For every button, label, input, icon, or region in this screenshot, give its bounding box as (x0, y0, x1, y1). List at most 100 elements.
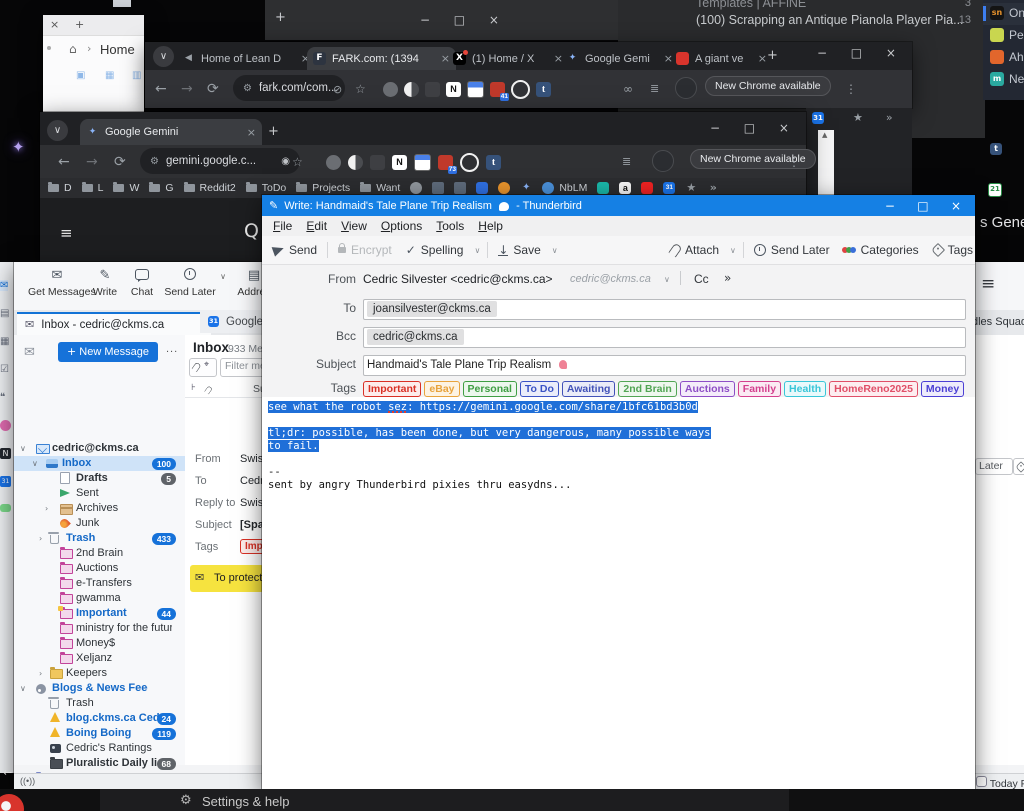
menu-view[interactable]: View (334, 216, 374, 236)
calendar-bookmark-icon[interactable]: 31 (812, 112, 824, 124)
folder-item-pluralistic-daily-li-[interactable]: Pluralistic Daily li...68 (14, 756, 185, 771)
attach-button[interactable]: Attach (664, 238, 726, 262)
speaker-extension-icon[interactable] (326, 155, 341, 170)
calendar-extension-icon[interactable] (467, 81, 484, 98)
forward-icon[interactable]: → (181, 74, 193, 104)
from-value[interactable]: Cedric Silvester <cedric@ckms.ca> (363, 272, 553, 286)
menu-dots-icon[interactable]: ⋮ (788, 147, 800, 177)
back-arrow-icon[interactable]: ← (3, 766, 12, 779)
back-icon[interactable]: ← (58, 147, 70, 177)
close-icon[interactable]: × (876, 42, 906, 64)
tab-close-icon[interactable]: × (758, 52, 767, 65)
app-menu-icon[interactable]: ≡ (981, 274, 995, 294)
new-tab-icon[interactable]: + (275, 10, 286, 25)
new-message-button[interactable]: + New Message (58, 342, 158, 362)
chevron-down-icon[interactable]: ∨ (470, 246, 484, 255)
calendar-bookmark-icon[interactable]: 31 (663, 182, 675, 194)
avatar[interactable] (652, 150, 674, 172)
share-icon[interactable]: ⊘ (333, 75, 342, 105)
tb-toolbar-send-later[interactable]: ∨Send Later (162, 268, 218, 298)
compose-tag-family[interactable]: Family (738, 381, 781, 397)
close-icon[interactable]: × (769, 117, 799, 139)
rail-item-ne[interactable]: mNe (983, 69, 1024, 91)
bookmark-folder-projects[interactable]: Projects (296, 182, 350, 194)
folder-item-archives[interactable]: ›Archives (14, 501, 185, 516)
speaker-extension-icon[interactable] (383, 82, 398, 97)
categories-button[interactable]: Categories (837, 238, 926, 262)
tab--1-home-x[interactable]: X(1) Home / X× (447, 47, 569, 70)
trash-tool-icon[interactable]: ▥ (132, 70, 141, 81)
site-settings-icon[interactable]: ⚙ (243, 83, 252, 94)
menu-dots-icon[interactable]: ⋮ (845, 74, 857, 104)
moon-extension-icon[interactable] (348, 155, 363, 170)
compose-tag-awaiting[interactable]: Awaiting (562, 381, 616, 397)
amazon-bookmark-icon[interactable]: a (619, 182, 631, 194)
tb-toolbar-get-messages[interactable]: ✉Get Messages (28, 268, 86, 298)
compose-tag-important[interactable]: Important (363, 381, 421, 397)
bookmark-folder-g[interactable]: G (149, 182, 173, 194)
update-chrome-button[interactable]: New Chrome available (705, 76, 831, 96)
calendar-icon[interactable]: 21 (988, 183, 1002, 197)
new-tab-icon[interactable]: + (268, 124, 279, 139)
bookmark-nblm[interactable]: NbLM (542, 182, 587, 194)
compose-tag-ebay[interactable]: eBay (424, 381, 459, 397)
text-tool-icon[interactable]: ▣ (76, 70, 85, 81)
new-tab-icon[interactable]: + (75, 18, 84, 31)
background-tab-entry[interactable]: (100) Scrapping an Antique Pianola Playe… (618, 12, 985, 29)
faded-extension-icon[interactable] (425, 82, 440, 97)
calendar-extension-icon[interactable] (414, 154, 431, 171)
green-space-icon[interactable] (0, 504, 11, 512)
compose-tag-to-do[interactable]: To Do (520, 381, 559, 397)
breadcrumb-label[interactable]: Home (100, 42, 135, 57)
mountain-bookmark-icon[interactable] (432, 182, 444, 194)
bcc-input[interactable]: cedric@ckms.ca (363, 327, 966, 348)
forward-icon[interactable]: → (86, 147, 98, 177)
moon-extension-icon[interactable] (404, 82, 419, 97)
spelling-button[interactable]: ✓ Spelling (399, 238, 471, 262)
youtube-bookmark-icon[interactable] (641, 182, 653, 194)
compose-tag-money[interactable]: Money (921, 381, 964, 397)
tab-search-icon[interactable]: ∨ (47, 120, 68, 141)
tag-fragment-button[interactable] (1013, 458, 1024, 475)
folder-item-money-[interactable]: Money$ (14, 636, 185, 651)
compose-tag-personal[interactable]: Personal (463, 381, 517, 397)
expand-icon[interactable]: › (39, 531, 42, 546)
teal-bookmark-icon[interactable] (597, 182, 609, 194)
overflow-icon[interactable]: » (886, 111, 893, 124)
link-icon[interactable]: ∞ (623, 74, 633, 104)
compose-tag-homereno2025[interactable]: HomeReno2025 (829, 381, 918, 397)
address-bar[interactable]: ⚙ gemini.google.c... ◉ (140, 148, 300, 174)
badge-extension-icon[interactable]: 73 (438, 155, 453, 170)
folder-item-important[interactable]: Important44 (14, 606, 185, 621)
expand-icon[interactable]: ∨ (20, 681, 26, 696)
notion-extension-icon[interactable]: N (446, 82, 461, 97)
notion-space-icon[interactable]: N (0, 448, 11, 459)
expand-icon[interactable]: ∨ (20, 441, 26, 456)
bookmark-folder-todo[interactable]: ToDo (246, 182, 287, 194)
bookmark-folder-want[interactable]: Want (360, 182, 400, 194)
minimize-icon[interactable]: − (807, 42, 837, 64)
expand-addressing-icon[interactable]: » (724, 271, 731, 285)
pane-menu-button[interactable]: ... (166, 343, 178, 355)
network-status-icon[interactable]: ((•)) (20, 776, 35, 786)
tumblr-extension-icon[interactable]: t (486, 155, 501, 170)
to-input[interactable]: joansilvester@ckms.ca (363, 299, 966, 320)
playlist-icon[interactable]: ≣ (650, 74, 659, 104)
quick-filter-button[interactable]: ⌖ (189, 358, 217, 377)
folder-item-gwamma[interactable]: gwamma (14, 591, 185, 606)
image-tool-icon[interactable]: ▦ (105, 70, 114, 81)
playlist-icon[interactable]: ≣ (622, 147, 631, 177)
folder-item-sent[interactable]: Sent (14, 486, 185, 501)
folder-item-trash[interactable]: ›Trash433 (14, 531, 185, 546)
folder-item-e-transfers[interactable]: e-Transfers (14, 576, 185, 591)
reload-icon[interactable]: ⟳ (207, 74, 219, 104)
cc-button[interactable]: Cc (694, 272, 709, 286)
folder-item-cedric-s-rantings[interactable]: Cedric's Rantings (14, 741, 185, 756)
compose-titlebar[interactable]: ✎Write: Handmaid's Tale Plane Trip Reali… (262, 195, 975, 216)
menu-file[interactable]: File (266, 216, 299, 236)
faded-extension-icon[interactable] (370, 155, 385, 170)
tumblr-icon[interactable]: t (990, 143, 1002, 155)
home-icon[interactable]: ⌂ (69, 42, 77, 56)
expand-icon[interactable]: › (39, 666, 42, 681)
taskbar-app-icon[interactable] (0, 794, 24, 811)
